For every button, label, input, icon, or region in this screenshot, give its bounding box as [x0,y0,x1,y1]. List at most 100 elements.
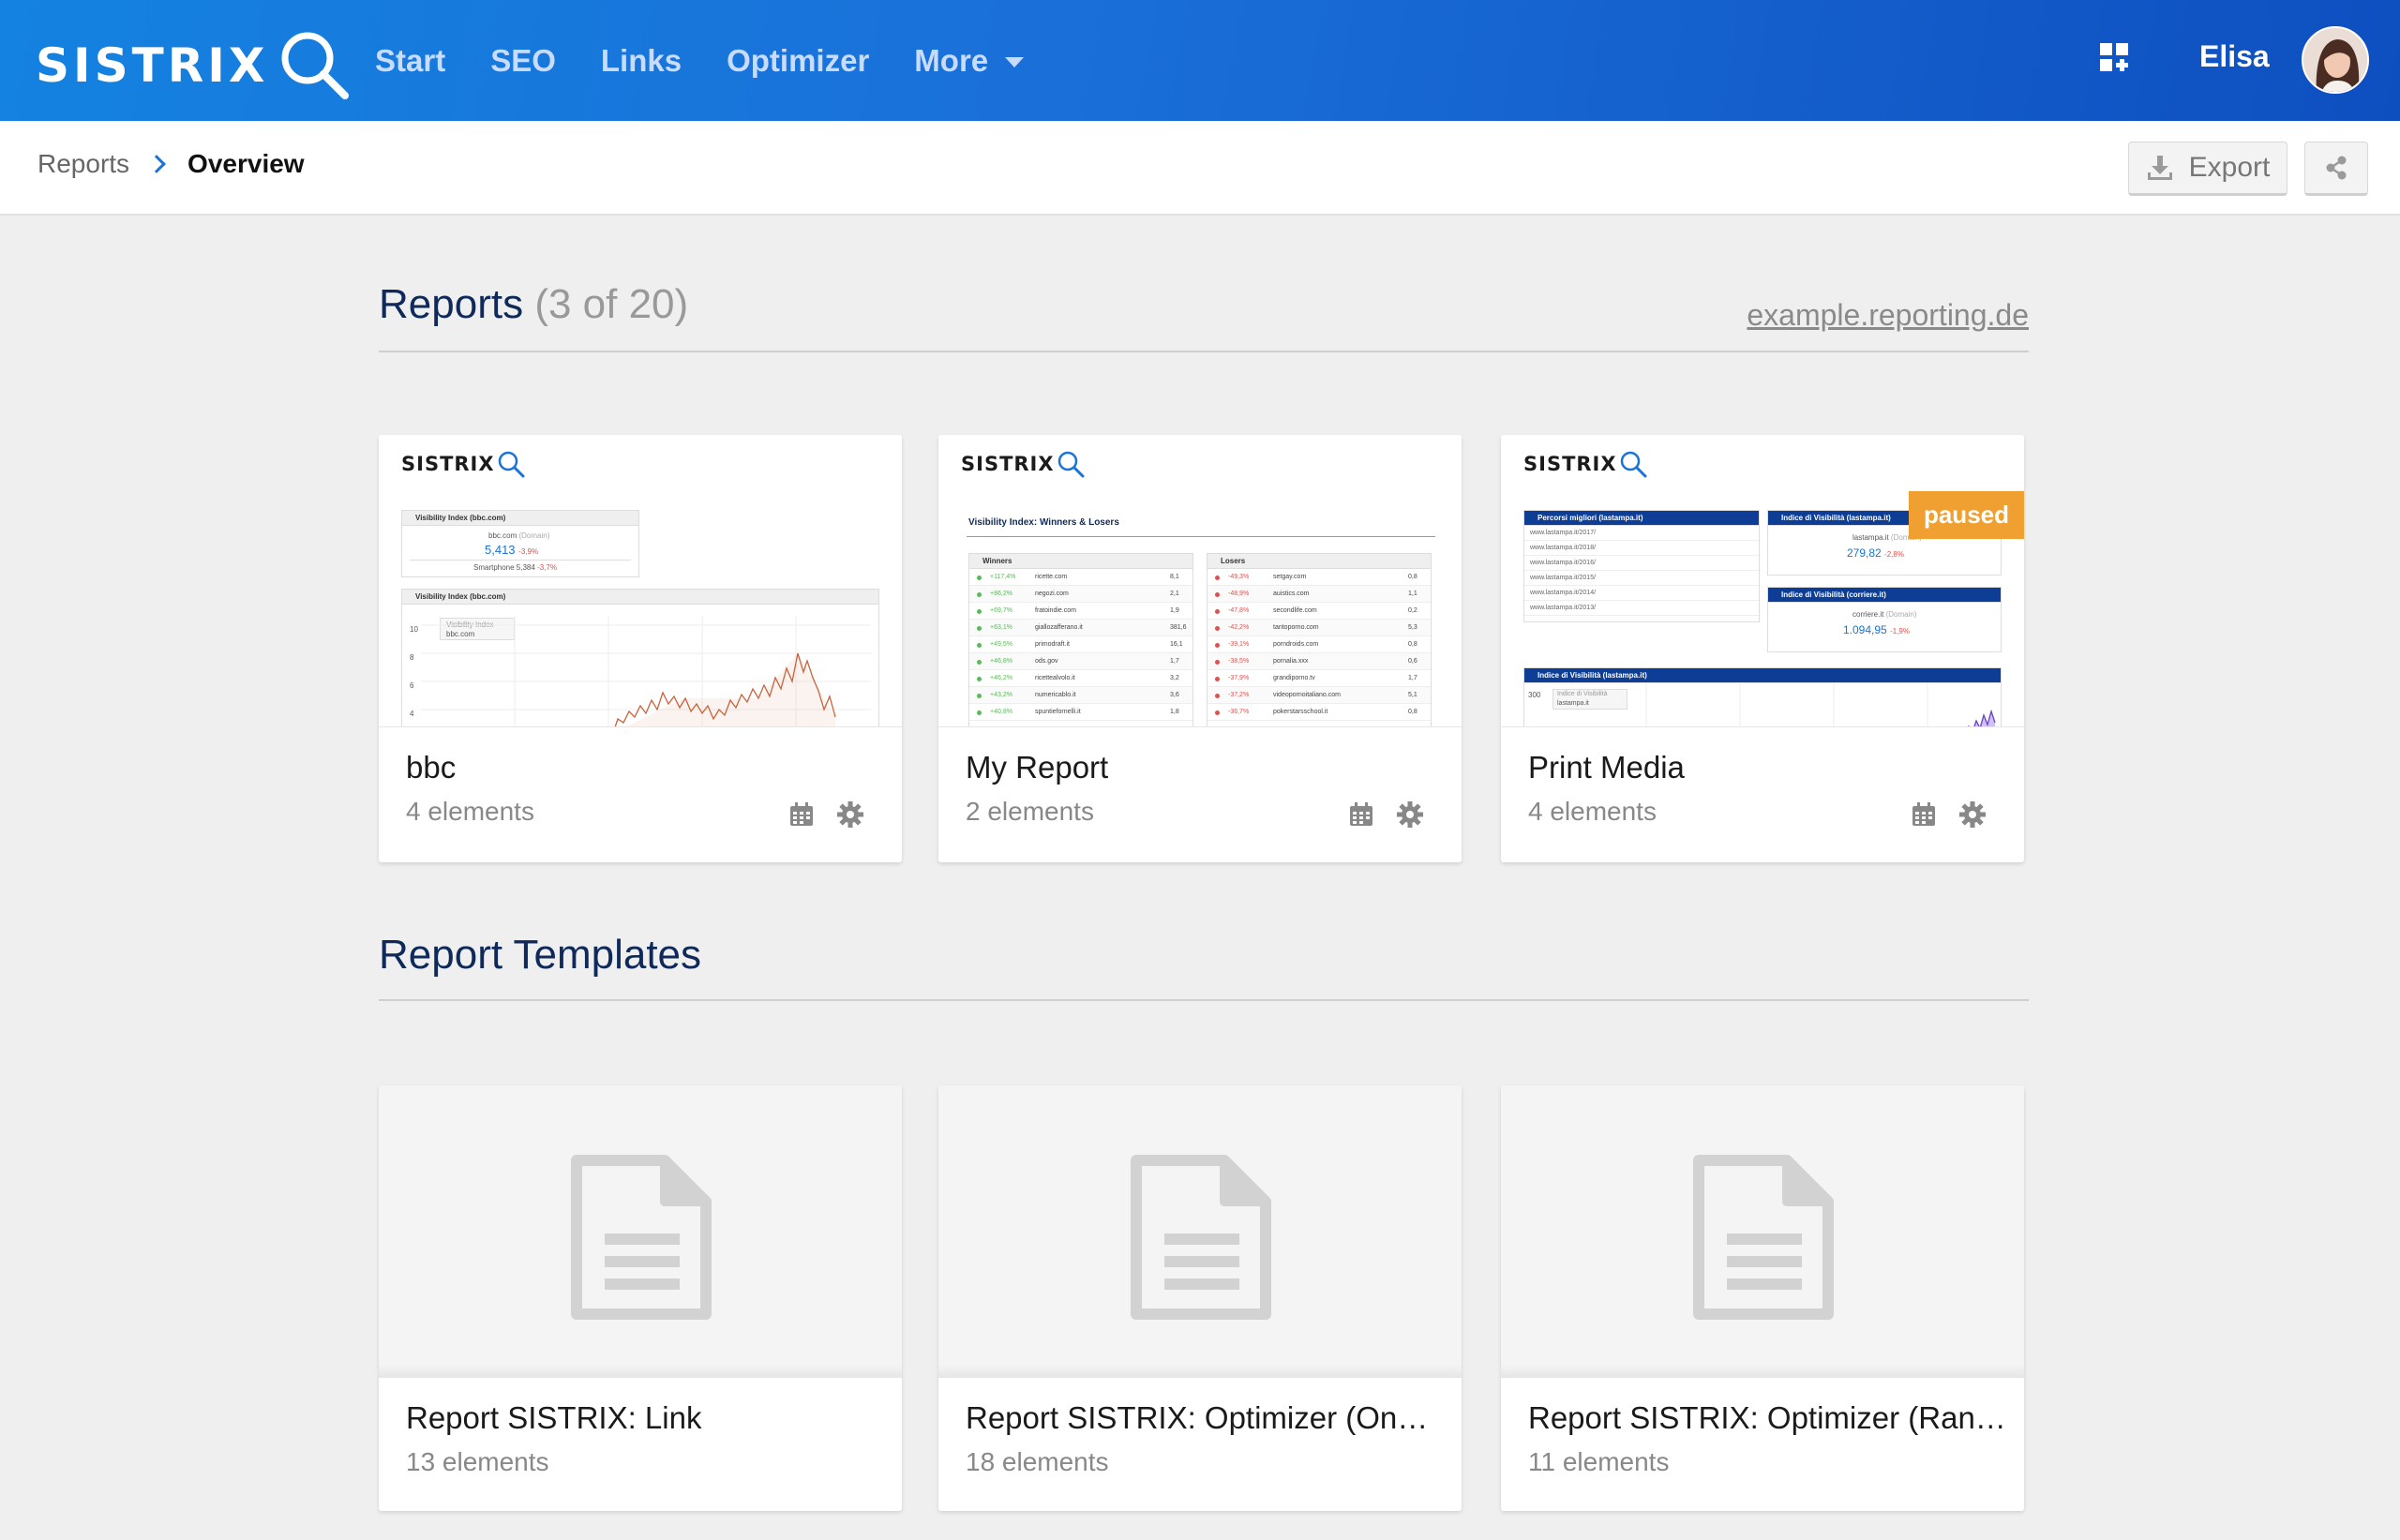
card-element-count: 4 elements [1528,797,1657,826]
mini-table-row: +46,2% ricettealvolo.it 3,2 [969,670,1192,687]
top-navigation-bar: SISTRIX Start SEO Links Optimizer More E… [0,0,2400,121]
logo-text: SISTRIX [36,38,269,93]
share-icon [2326,156,2347,180]
sistrix-logo[interactable]: SISTRIX [36,28,352,103]
mini-table-row: +46,8% ods.gov 1,7 [969,653,1192,670]
reporting-domain-link[interactable]: example.reporting.de [1734,298,2029,333]
calendar-icon[interactable] [1349,802,1373,827]
mini-table-row: -39,1% porndroids.com 0,8 [1208,636,1431,653]
mini-table-row: +86,2% negozi.com 2,1 [969,586,1192,603]
report-card-print-media[interactable]: SISTRIX Percorsi migliori (lastampa.it) … [1501,435,2024,862]
calendar-icon[interactable] [789,802,814,827]
mini-table-row: +43,2% numericablo.it 3,6 [969,687,1192,704]
avatar-portrait-icon [2303,28,2367,92]
reports-heading: Reports (3 of 20) [379,281,689,327]
mini-table-row: +69,7% fratoindie.com 1,9 [969,603,1192,620]
report-thumbnail: SISTRIX Visibility Index: Winners & Lose… [938,435,1462,727]
mini-table-row: -47,8% secondlife.com 0,2 [1208,603,1431,620]
breadcrumb-overview: Overview [188,149,305,178]
mini-table-row: -37,2% videopornoitaliano.com 5,1 [1208,687,1431,704]
mini-table-row: +63,1% giallozafferano.it 381,6 [969,620,1192,636]
template-thumbnail [379,1085,902,1378]
user-avatar[interactable] [2302,26,2369,94]
winners-table: Winners +117,4% ricette.com 8,1 +86,2% negoz… [968,553,1193,726]
mini-table-row: -42,2% tantoporno.com 5,3 [1208,620,1431,636]
mini-table-row: +117,4% ricette.com 8,1 [969,569,1192,586]
mini-table-row: -36,7% pokerstarsschool.it 0,8 [1208,704,1431,721]
card-element-count: 4 elements [406,797,534,826]
chevron-right-icon [147,155,166,173]
visibility-line-chart [421,616,871,726]
card-title: Print Media [1528,750,1685,785]
breadcrumb: Reports Overview [38,149,305,179]
template-card-link[interactable]: Report SISTRIX: Link 13 elements [379,1085,902,1511]
mini-list-row: www.lastampa.it/2013/ [1524,601,1759,616]
thumb-logo: SISTRIX [401,448,527,480]
template-card-optimizer-onpage[interactable]: Report SISTRIX: Optimizer (Onpa… 18 elem… [938,1085,1462,1511]
nav-optimizer[interactable]: Optimizer [727,43,869,79]
card-title: Report SISTRIX: Link [406,1400,702,1435]
card-element-count: 18 elements [966,1447,1109,1476]
mini-table-row: -38,5% pornalia.xxx 0,6 [1208,653,1431,670]
top-paths-widget: Percorsi migliori (lastampa.it) www.last… [1523,510,1760,622]
visibility-index-widget: Visibility Index (bbc.com) bbc.com (Doma… [401,510,639,577]
card-title: Report SISTRIX: Optimizer (Onpa… [966,1400,1444,1435]
card-title: Report SISTRIX: Optimizer (Ranki… [1528,1400,2006,1435]
mini-table-row: +40,8% spuntiefornelli.it 1,8 [969,704,1192,721]
visibility-index-widget-2: Indice di Visibilità (corriere.it) corri… [1767,587,2002,652]
calendar-icon[interactable] [1912,802,1936,827]
templates-heading: Report Templates [379,932,702,978]
nav-start[interactable]: Start [375,43,445,79]
card-title: My Report [966,750,1109,785]
download-icon [2147,156,2172,180]
thumb-logo: SISTRIX [961,448,1087,480]
user-name[interactable]: Elisa [2199,39,2270,74]
breadcrumb-bar: Reports Overview Export [0,121,2400,216]
gear-icon[interactable] [1396,800,1424,829]
mini-table-row: -49,3% setgay.com 0,8 [1208,569,1431,586]
caret-down-icon [1005,57,1025,67]
mini-table-row: +49,5% primodraft.it 16,1 [969,636,1192,653]
main-nav: Start SEO Links Optimizer More [375,0,1025,121]
card-element-count: 2 elements [966,797,1094,826]
reports-count: (3 of 20) [534,281,689,327]
mini-list-row: www.lastampa.it/2017/ [1524,526,1759,541]
magnifier-logo-icon [498,451,525,478]
card-element-count: 13 elements [406,1447,549,1476]
share-button[interactable] [2304,142,2368,196]
magnifier-logo-icon [1620,451,1647,478]
report-card-my-report[interactable]: SISTRIX Visibility Index: Winners & Lose… [938,435,1462,862]
section-divider [379,351,2029,352]
document-icon [571,1155,712,1320]
gear-icon[interactable] [1958,800,1987,829]
mini-list-row: www.lastampa.it/2014/ [1524,586,1759,601]
mini-table-row: -48,9% auistics.com 1,1 [1208,586,1431,603]
apps-grid-icon[interactable] [2100,43,2130,73]
nav-links[interactable]: Links [601,43,682,79]
document-icon [1693,1155,1834,1320]
mini-list-row: www.lastampa.it/2016/ [1524,556,1759,571]
template-thumbnail [1501,1085,2024,1378]
gear-icon[interactable] [836,800,864,829]
card-title: bbc [406,750,457,785]
visibility-chart-widget: Indice di Visibilità (lastampa.it) 300 I… [1523,667,2002,726]
report-card-bbc[interactable]: SISTRIX Visibility Index (bbc.com) bbc.c… [379,435,902,862]
mini-list-row: www.lastampa.it/2015/ [1524,571,1759,586]
export-button[interactable]: Export [2128,142,2288,196]
visibility-line-chart [1645,683,1996,726]
template-card-optimizer-ranking[interactable]: Report SISTRIX: Optimizer (Ranki… 11 ele… [1501,1085,2024,1511]
thumb-logo: SISTRIX [1523,448,1649,480]
nav-more[interactable]: More [914,43,1025,79]
report-thumbnail: SISTRIX Visibility Index (bbc.com) bbc.c… [379,435,902,727]
template-thumbnail [938,1085,1462,1378]
document-icon [1131,1155,1271,1320]
nav-seo[interactable]: SEO [490,43,556,79]
visibility-chart-widget: Visibility Index (bbc.com) 10 8 6 4 Visi… [401,589,879,726]
section-divider [379,999,2029,1001]
breadcrumb-reports[interactable]: Reports [38,149,129,179]
paused-badge: paused [1908,491,2024,539]
mini-table-row: -37,9% grandiporno.tv 1,7 [1208,670,1431,687]
report-thumbnail: SISTRIX Percorsi migliori (lastampa.it) … [1501,435,2024,727]
losers-table: Losers -49,3% setgay.com 0,8 -48,9% auistics… [1207,553,1432,726]
magnifier-logo-icon [281,32,350,99]
